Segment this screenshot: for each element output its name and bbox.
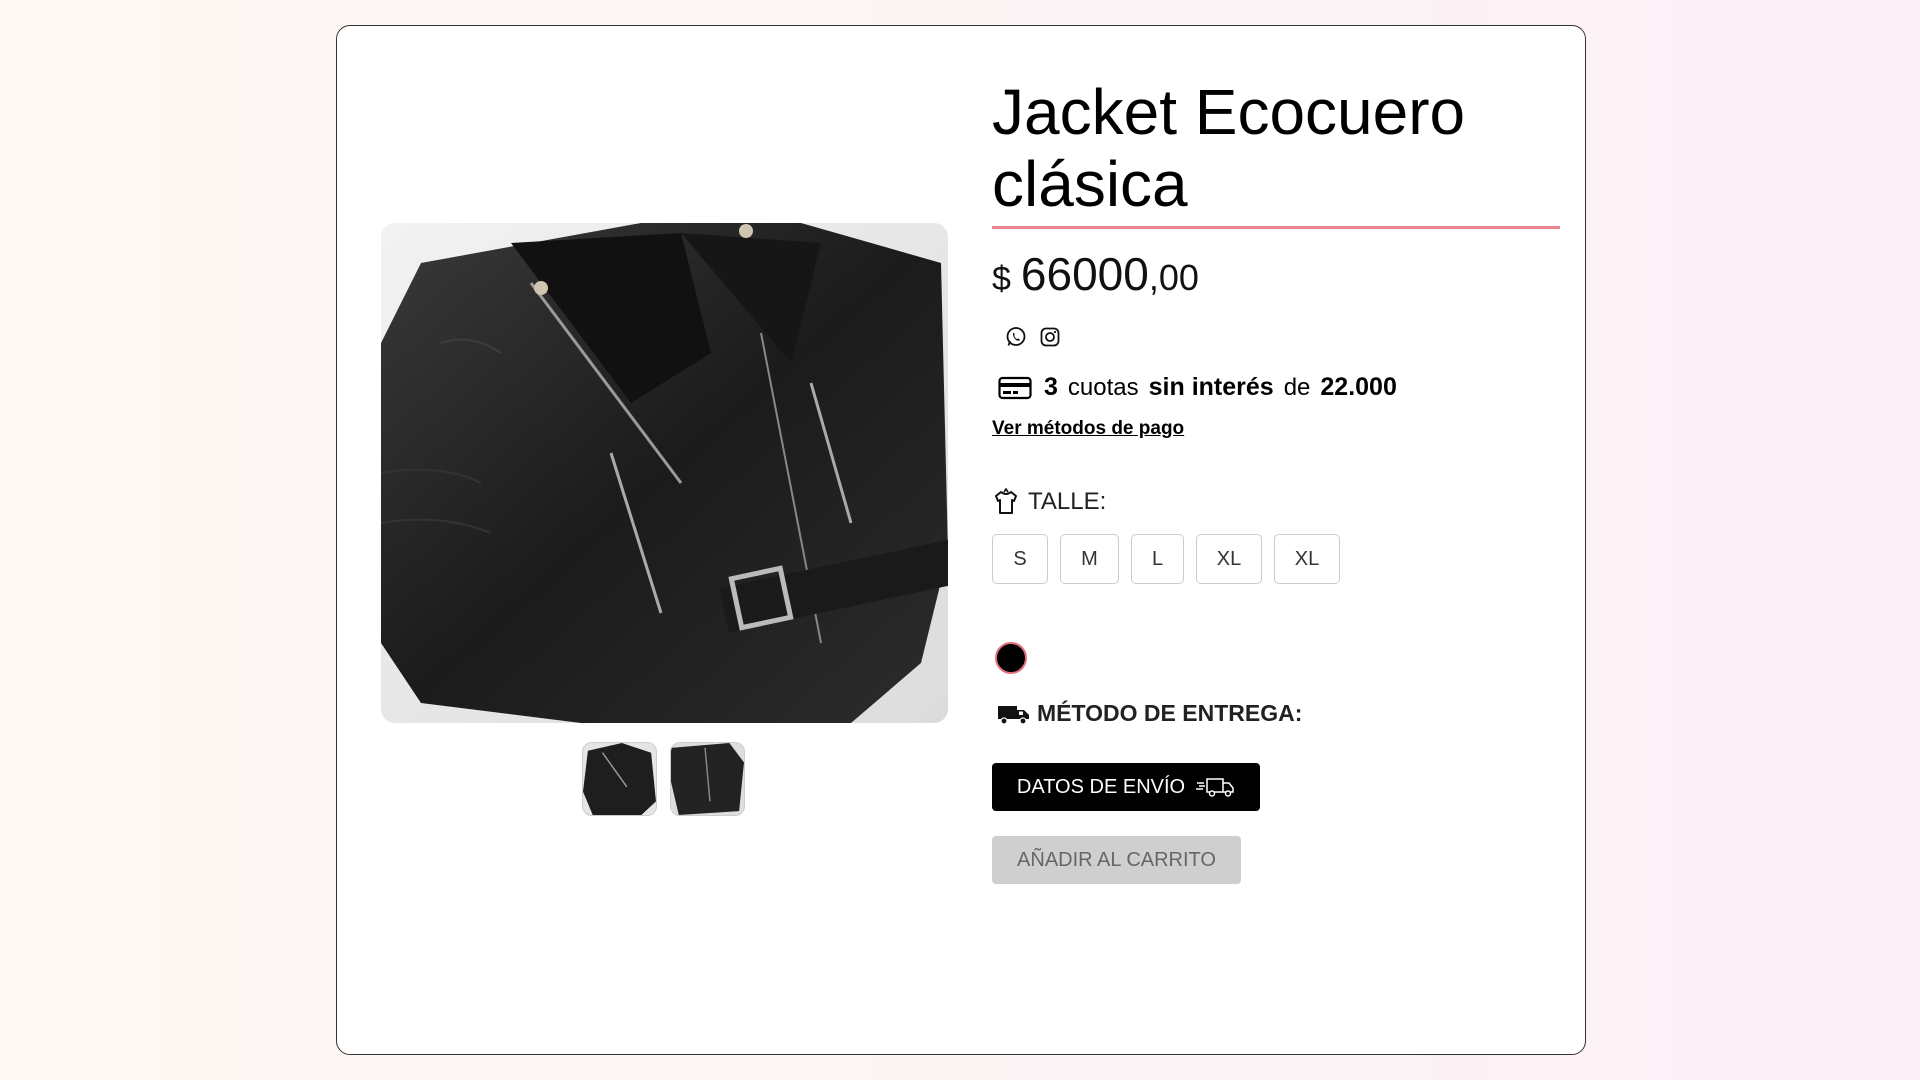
size-option-xl[interactable]: XL [1196,534,1262,584]
truck-icon [998,705,1029,725]
size-option-xl-2[interactable]: XL [1274,534,1340,584]
size-label: TALLE: [1028,488,1107,515]
product-title: Jacket Ecocuero clásica [992,76,1560,229]
instagram-icon[interactable] [1038,325,1062,349]
payment-methods-link[interactable]: Ver métodos de pago [992,418,1184,440]
thumbnail-strip [582,742,745,816]
installments-count: 3 [1044,373,1058,401]
product-price: $ 66000 ,00 [992,247,1562,301]
thumbnail-1[interactable] [582,742,657,816]
size-option-l[interactable]: L [1131,534,1184,584]
price-currency: $ [992,260,1011,298]
product-card: Jacket Ecocuero clásica $ 66000 ,00 3 cu… [336,25,1586,1055]
delivery-method-row: MÉTODO DE ENTREGA: [992,700,1562,727]
size-options: S M L XL XL [992,534,1562,584]
installments-info: 3 cuotas sin interés de 22.000 [992,373,1562,402]
shipping-data-label: DATOS DE ENVÍO [1016,775,1186,798]
installments-interest: sin interés [1148,373,1274,401]
product-info: Jacket Ecocuero clásica $ 66000 ,00 3 cu… [992,76,1562,884]
color-swatch-black[interactable] [995,642,1027,674]
add-to-cart-button[interactable]: AÑADIR AL CARRITO [992,836,1241,884]
installments-word: cuotas [1067,373,1139,401]
shipping-data-button[interactable]: DATOS DE ENVÍO [992,763,1260,811]
credit-card-icon [998,376,1032,399]
size-option-m[interactable]: M [1060,534,1119,584]
delivery-method-label: MÉTODO DE ENTREGA: [1037,700,1303,726]
fast-delivery-icon [1196,778,1234,797]
installments-de: de [1283,373,1311,401]
size-label-row: TALLE: [992,488,1562,516]
installments-amount: 22.000 [1320,373,1397,401]
thumbnail-2[interactable] [670,742,745,816]
product-title-line1: Jacket Ecocuero [992,76,1466,148]
tshirt-icon [995,488,1017,514]
social-links [992,325,1562,349]
whatsapp-icon[interactable] [1004,325,1028,349]
price-decimals: ,00 [1148,257,1199,298]
size-option-s[interactable]: S [992,534,1048,584]
product-title-line2: clásica [992,148,1188,220]
price-integer: 66000 [1020,248,1149,300]
product-main-image[interactable] [381,223,948,723]
